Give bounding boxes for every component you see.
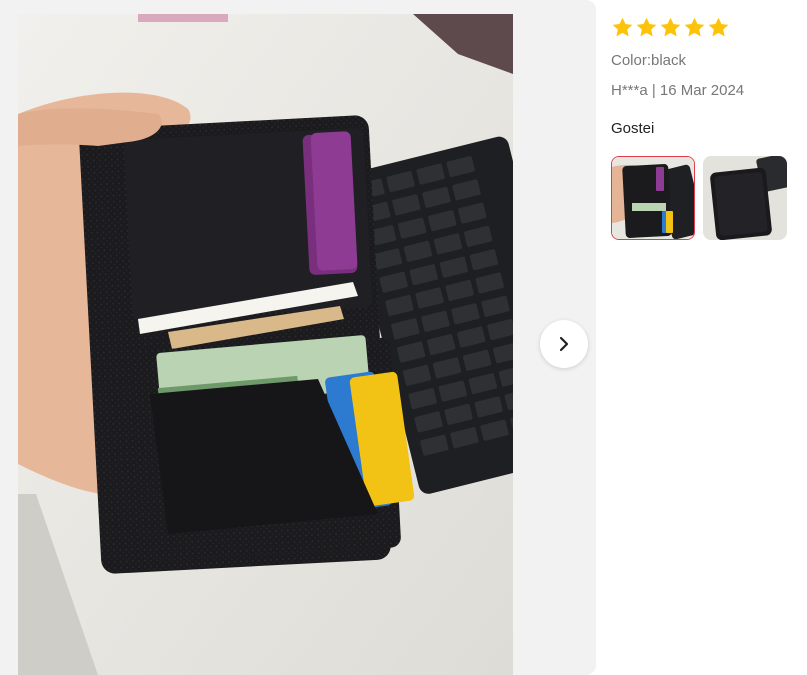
wallet-photo-illustration: [18, 14, 513, 675]
image-viewer: [0, 0, 596, 675]
open-wallet-thumbnail-image: [612, 157, 694, 239]
star-icon: [684, 17, 705, 36]
thumbnail-open-wallet[interactable]: [611, 156, 695, 240]
review-author-date: H***a | 16 Mar 2024: [611, 82, 745, 99]
star-icon: [708, 17, 729, 36]
star-rating: [611, 14, 801, 40]
next-image-button[interactable]: [540, 320, 588, 368]
review-text: Gostei: [611, 120, 655, 137]
star-icon: [636, 17, 657, 36]
star-icon: [612, 17, 633, 36]
review-details: Color:black H***a | 16 Mar 2024 Gostei: [611, 14, 801, 240]
review-photo[interactable]: [18, 14, 513, 675]
chevron-right-icon: [559, 336, 569, 352]
thumbnail-closed-wallet[interactable]: [703, 156, 787, 240]
color-variant-label: Color:black: [611, 52, 687, 69]
star-icon: [660, 17, 681, 36]
closed-wallet-thumbnail-image: [703, 156, 787, 240]
thumbnail-strip: [611, 156, 801, 240]
